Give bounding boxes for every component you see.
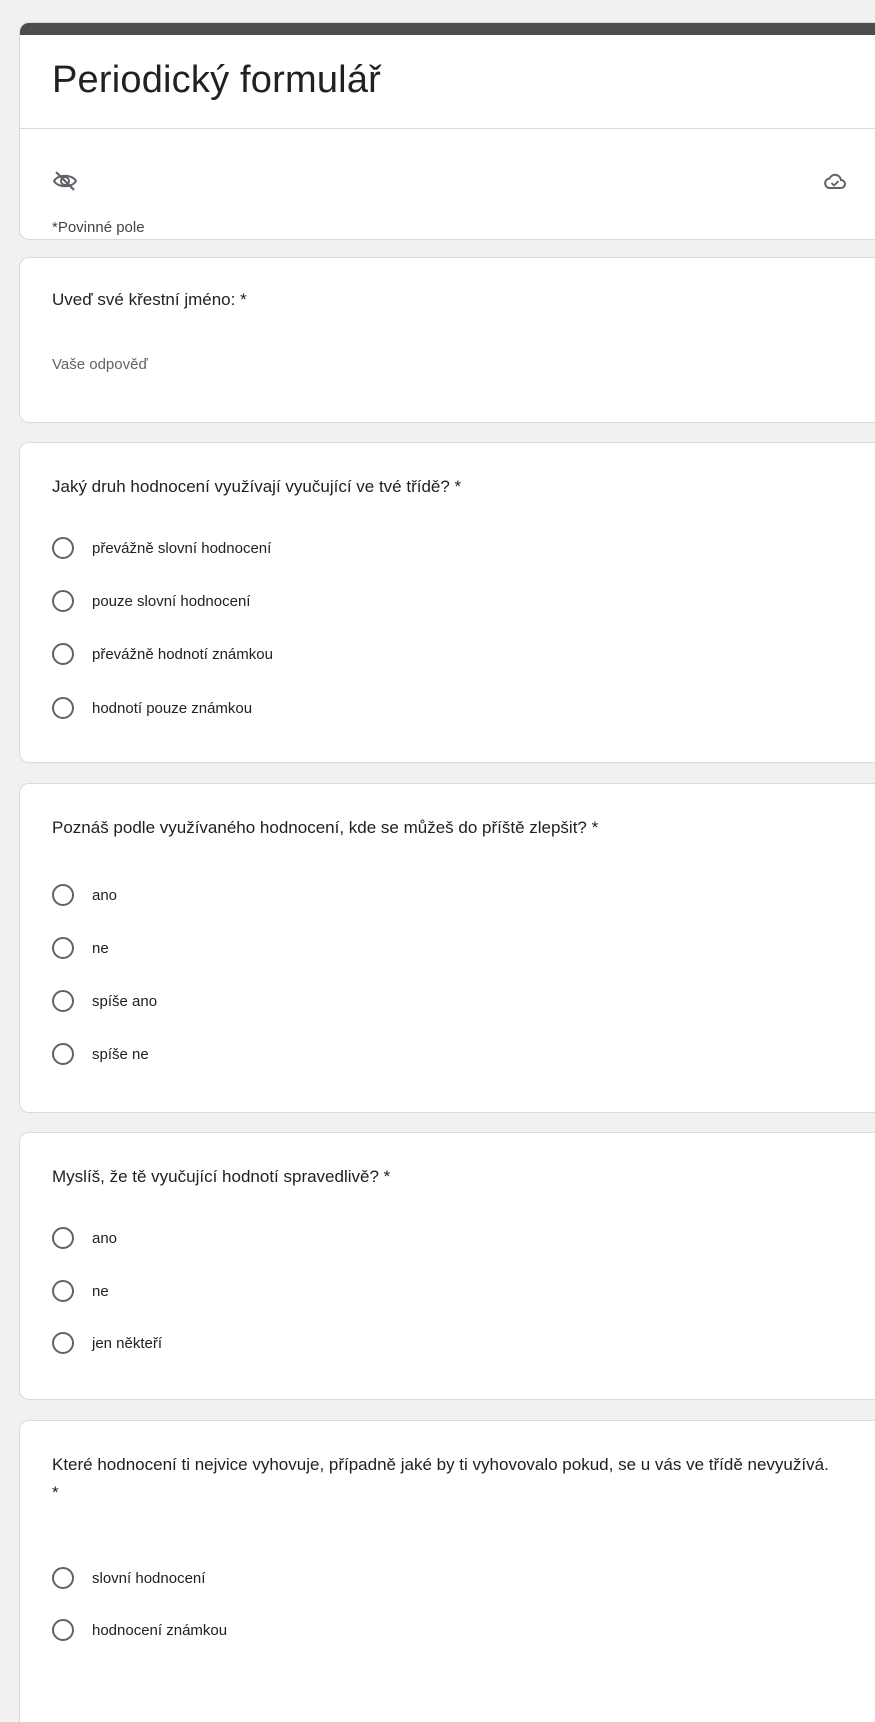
option-label: ne [92,939,109,957]
radio-option[interactable]: hodnotí pouze známkou [52,697,252,719]
option-label: ne [92,1282,109,1300]
radio-circle[interactable] [52,990,74,1012]
option-label: spíše ne [92,1045,149,1063]
question-card: Které hodnocení ti nejvice vyhovuje, pří… [19,1420,875,1722]
radio-option[interactable]: pouze slovní hodnocení [52,590,250,612]
radio-option[interactable]: převážně hodnotí známkou [52,643,273,665]
radio-circle[interactable] [52,1280,74,1302]
option-label: pouze slovní hodnocení [92,592,251,610]
option-label: převážně slovní hodnocení [92,539,272,557]
form-header-card: Periodický formulář *Povinné pole [19,22,875,240]
radio-option[interactable]: ne [52,1280,109,1302]
option-label: slovní hodnocení [92,1569,206,1587]
radio-option[interactable]: jen někteří [52,1332,162,1354]
radio-circle[interactable] [52,1043,74,1065]
cloud-icon [824,173,846,189]
radio-circle[interactable] [52,884,74,906]
option-label: převážně hodnotí známkou [92,645,273,663]
radio-option[interactable]: převážně slovní hodnocení [52,537,271,559]
radio-circle[interactable] [52,1332,74,1354]
radio-option[interactable]: spíše ne [52,1043,149,1065]
radio-circle[interactable] [52,643,74,665]
question-label: Jaký druh hodnocení využívají vyučující … [52,477,462,496]
header-bar [20,23,875,35]
question-label: Myslíš, že tě vyučující hodnotí spravedl… [52,1167,391,1186]
question-card: Myslíš, že tě vyučující hodnotí spravedl… [19,1132,875,1400]
question-card: Poznáš podle využívaného hodnocení, kde … [19,783,875,1113]
form-title: Periodický formulář [52,59,382,101]
radio-circle[interactable] [52,590,74,612]
question-card: Jaký druh hodnocení využívají vyučující … [19,442,875,763]
radio-circle[interactable] [52,937,74,959]
option-label: jen někteří [92,1334,163,1352]
radio-option[interactable]: ano [52,884,117,906]
option-label: hodnocení známkou [92,1621,228,1639]
question-label: Které hodnocení ti nejvice vyhovuje, pří… [52,1455,829,1502]
question-label: Uveď své křestní jméno: * [52,290,247,309]
answer-input[interactable]: Vaše odpověď [52,356,148,373]
option-label: ano [92,886,118,904]
radio-option[interactable]: slovní hodnocení [52,1567,205,1589]
radio-option[interactable]: hodnocení známkou [52,1619,227,1641]
question-card: Uveď své křestní jméno: * Vaše odpověď [19,257,875,423]
radio-option[interactable]: ano [52,1227,117,1249]
question-label: Poznáš podle využívaného hodnocení, kde … [52,818,599,837]
radio-option[interactable]: ne [52,937,109,959]
divider [20,128,875,129]
radio-circle[interactable] [52,537,74,559]
option-label: hodnotí pouze známkou [92,699,253,717]
option-label: spíše ano [92,992,158,1010]
eye-off-icon[interactable] [52,169,78,193]
required-note: *Povinné pole [52,219,145,236]
radio-circle[interactable] [52,697,74,719]
radio-circle[interactable] [52,1567,74,1589]
radio-circle[interactable] [52,1619,74,1641]
option-label: ano [92,1229,118,1247]
radio-option[interactable]: spíše ano [52,990,157,1012]
radio-circle[interactable] [52,1227,74,1249]
